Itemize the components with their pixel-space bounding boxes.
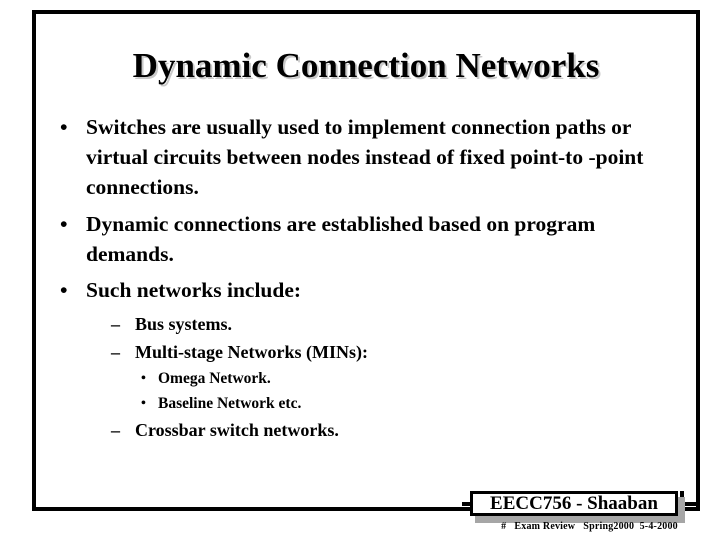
list-item-label: Baseline Network etc. xyxy=(158,395,302,412)
bullet-marker-level1: • xyxy=(60,212,68,236)
slide-body-content: • Switches are usually used to implement… xyxy=(52,112,682,444)
slide-canvas: Dynamic Connection Networks • Switches a… xyxy=(0,0,720,540)
list-item: – Multi-stage Networks (MINs): xyxy=(52,338,682,366)
page-title: Dynamic Connection Networks xyxy=(132,46,600,85)
list-item-label: Bus systems. xyxy=(135,314,233,334)
list-item-label: Multi-stage Networks (MINs): xyxy=(135,342,368,362)
list-item-label: Switches are usually used to implement c… xyxy=(86,115,644,199)
bullet-marker-level3: • xyxy=(141,396,146,411)
list-item: • Omega Network. xyxy=(52,366,682,391)
list-item: – Crossbar switch networks. xyxy=(52,416,682,444)
footer-meta-line: # Exam Review Spring2000 5-4-2000 xyxy=(501,521,678,532)
list-item: • Switches are usually used to implement… xyxy=(52,112,682,202)
list-item: – Bus systems. xyxy=(52,310,682,338)
course-badge: EECC756 - Shaaban xyxy=(470,491,678,516)
list-item: • Baseline Network etc. xyxy=(52,391,682,416)
bullet-marker-level1: • xyxy=(60,115,68,139)
dash-marker-level2: – xyxy=(111,342,120,362)
course-badge-label: EECC756 - Shaaban xyxy=(490,493,658,514)
bullet-marker-level3: • xyxy=(141,371,146,386)
footer-badge-group: EECC756 - Shaaban # Exam Review Spring20… xyxy=(462,489,700,540)
bullet-marker-level1: • xyxy=(60,278,68,302)
dash-marker-level2: – xyxy=(111,420,120,440)
connector-tab-right xyxy=(684,502,700,506)
list-item-label: Crossbar switch networks. xyxy=(135,420,339,440)
list-item-label: Omega Network. xyxy=(158,370,271,387)
list-item: • Dynamic connections are established ba… xyxy=(52,209,682,269)
list-item: • Such networks include: xyxy=(52,275,682,305)
dash-marker-level2: – xyxy=(111,314,120,334)
list-item-label: Dynamic connections are established base… xyxy=(86,212,596,266)
list-item-label: Such networks include: xyxy=(86,278,302,302)
